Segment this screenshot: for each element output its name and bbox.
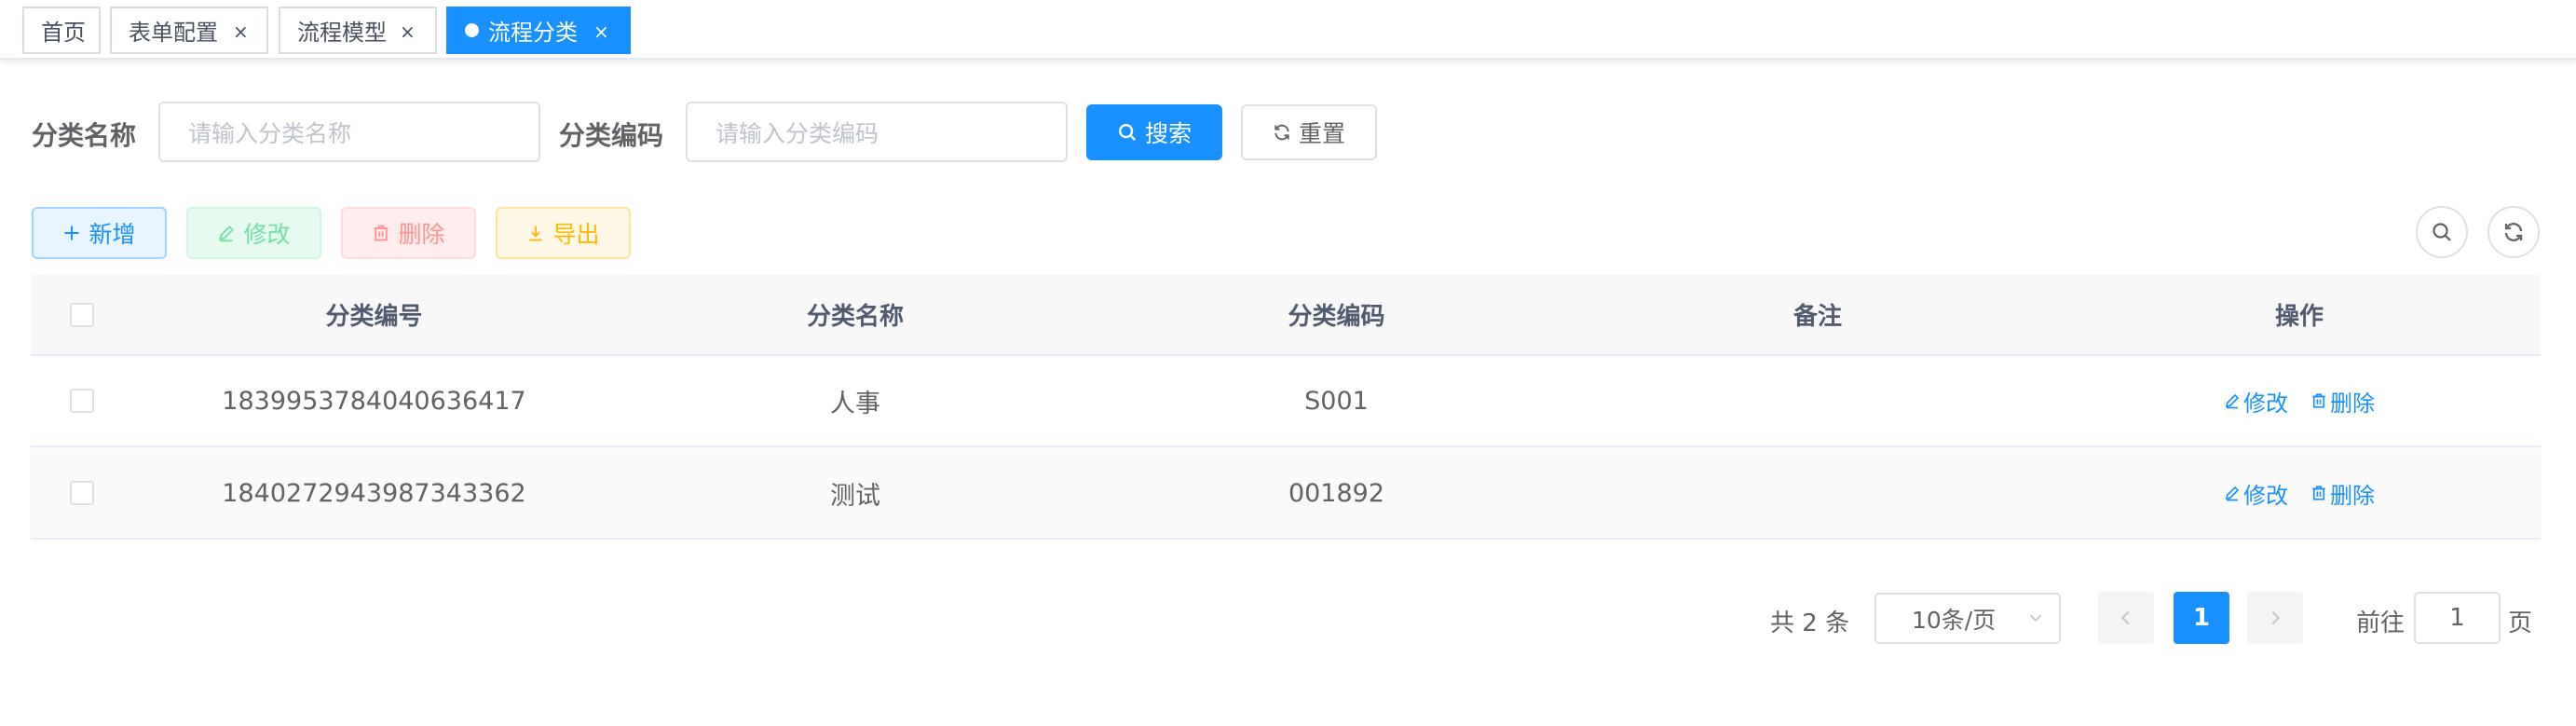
tab-home-label: 首页 <box>41 20 86 46</box>
add-button-label: 新增 <box>89 221 136 248</box>
active-dot-icon <box>465 23 479 37</box>
close-icon[interactable]: × <box>400 21 416 43</box>
plus-icon <box>64 226 79 240</box>
header-actions: 操作 <box>2274 303 2324 331</box>
row-select-cell <box>31 356 133 445</box>
cell-category-code: S001 <box>1304 386 1369 416</box>
next-page-button[interactable] <box>2247 592 2303 644</box>
trash-icon <box>374 225 388 241</box>
row-edit-link[interactable]: 修改 <box>2224 385 2288 418</box>
search-icon <box>1119 124 1137 142</box>
row-delete-link[interactable]: 删除 <box>2310 385 2375 418</box>
delete-button[interactable]: 删除 <box>341 207 476 259</box>
refresh-icon <box>1274 124 1289 141</box>
export-button[interactable]: 导出 <box>496 207 631 259</box>
row-edit-label: 修改 <box>2243 390 2288 417</box>
header-category-name[interactable]: 分类名称 <box>615 275 1096 354</box>
prev-page-button[interactable] <box>2098 592 2154 644</box>
page-size-select[interactable]: 10条/页 <box>1874 593 2061 644</box>
tab-process-category[interactable]: 流程分类 × <box>446 7 631 54</box>
category-code-label: 分类编码 <box>559 120 664 151</box>
row-checkbox[interactable] <box>70 389 94 413</box>
toggle-search-button[interactable] <box>2416 206 2468 258</box>
add-button[interactable]: 新增 <box>32 207 167 259</box>
cell-remark <box>1577 448 2058 538</box>
table-header: 分类编号 分类名称 分类编码 备注 操作 <box>31 275 2541 356</box>
tab-process-model-label: 流程模型 <box>297 20 387 46</box>
page-number-current[interactable]: 1 <box>2174 592 2229 644</box>
chevron-down-icon <box>2029 614 2042 623</box>
goto-suffix: 页 <box>2508 610 2533 637</box>
export-button-label: 导出 <box>552 221 600 248</box>
tab-form-config[interactable]: 表单配置 × <box>110 7 268 54</box>
row-edit-label: 修改 <box>2243 482 2288 509</box>
cell-actions: 修改 删除 <box>2058 448 2541 538</box>
tags-view-bar: 首页 表单配置 × 流程模型 × 流程分类 × <box>0 0 2576 60</box>
refresh-button[interactable] <box>2487 206 2540 258</box>
edit-button[interactable]: 修改 <box>186 207 321 259</box>
chevron-right-icon <box>2271 610 2281 625</box>
reset-button[interactable]: 重置 <box>1241 104 1377 160</box>
row-delete-label: 删除 <box>2330 482 2375 509</box>
category-code-input[interactable]: 请输入分类编码 <box>686 102 1068 162</box>
tab-process-model[interactable]: 流程模型 × <box>279 7 437 54</box>
cell-category-id: 1840272943987343362 <box>222 478 526 508</box>
close-icon[interactable]: × <box>593 21 609 43</box>
cell-category-code: 001892 <box>1288 478 1385 508</box>
table-row[interactable]: 1839953784040636417 人事 S001 修改 删除 <box>31 356 2541 447</box>
cell-category-id: 1839953784040636417 <box>222 386 526 416</box>
page-size-value: 10条/页 <box>1912 606 1997 634</box>
category-code-placeholder: 请输入分类编码 <box>716 119 879 147</box>
delete-button-label: 删除 <box>398 221 445 248</box>
cell-remark <box>1577 356 2058 445</box>
download-icon <box>529 226 543 241</box>
trash-icon <box>2312 486 2325 500</box>
header-category-code[interactable]: 分类编码 <box>1096 275 1577 354</box>
select-all-checkbox[interactable] <box>70 302 94 327</box>
goto-page-value: 1 <box>2449 604 2465 632</box>
goto-page-input[interactable]: 1 <box>2414 592 2501 644</box>
edit-icon <box>219 226 235 242</box>
row-checkbox[interactable] <box>70 481 94 505</box>
category-name-placeholder: 请输入分类名称 <box>188 119 352 147</box>
refresh-icon <box>2504 223 2523 241</box>
chevron-left-icon <box>2120 610 2130 625</box>
category-name-label: 分类名称 <box>32 120 137 151</box>
cell-category-name: 人事 <box>830 389 880 418</box>
row-select-cell <box>31 448 133 538</box>
edit-button-label: 修改 <box>243 221 291 248</box>
header-remark[interactable]: 备注 <box>1577 275 2058 354</box>
pagination-total: 共 2 条 <box>1770 610 1850 637</box>
cell-category-name: 测试 <box>830 481 880 511</box>
reset-button-label: 重置 <box>1298 120 1345 147</box>
tab-form-config-label: 表单配置 <box>129 20 218 46</box>
select-all-cell <box>31 275 133 354</box>
category-name-input[interactable]: 请输入分类名称 <box>158 102 540 162</box>
goto-prefix: 前往 <box>2356 610 2406 637</box>
close-icon[interactable]: × <box>233 21 249 43</box>
row-delete-link[interactable]: 删除 <box>2310 477 2375 510</box>
search-icon <box>2433 223 2451 241</box>
edit-icon <box>2225 393 2240 409</box>
edit-icon <box>2225 486 2240 501</box>
cell-actions: 修改 删除 <box>2058 356 2541 445</box>
table-row[interactable]: 1840272943987343362 测试 001892 修改 删除 <box>31 448 2541 540</box>
row-edit-link[interactable]: 修改 <box>2224 477 2288 510</box>
search-button-label: 搜索 <box>1144 120 1192 147</box>
search-button[interactable]: 搜索 <box>1086 104 1222 160</box>
tab-home[interactable]: 首页 <box>22 7 101 54</box>
trash-icon <box>2312 393 2325 408</box>
header-category-id[interactable]: 分类编号 <box>133 275 615 354</box>
row-delete-label: 删除 <box>2330 390 2375 417</box>
tab-process-category-label: 流程分类 <box>488 20 578 46</box>
